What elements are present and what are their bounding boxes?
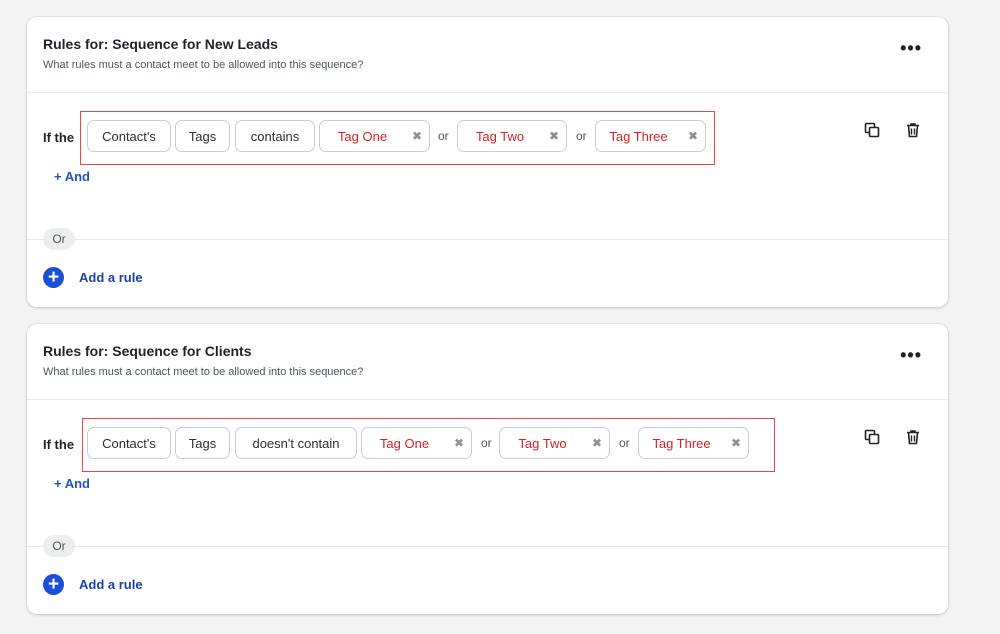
tag-label: Tag Three bbox=[652, 435, 711, 451]
tag-label: Tag One bbox=[337, 128, 388, 144]
add-rule-button[interactable]: + Add a rule bbox=[43, 267, 143, 288]
or-separator: or bbox=[481, 436, 492, 450]
tag-chip-1[interactable]: Tag One ✖ bbox=[319, 120, 430, 152]
trash-icon[interactable] bbox=[904, 121, 922, 139]
card-title: Rules for: Sequence for Clients bbox=[43, 343, 252, 359]
plus-circle-icon: + bbox=[43, 574, 64, 595]
operator-select[interactable]: contains bbox=[235, 120, 315, 152]
or-separator: or bbox=[576, 129, 587, 143]
tags-field-select[interactable]: Tags bbox=[175, 120, 230, 152]
x-icon[interactable]: ✖ bbox=[728, 436, 744, 450]
add-rule-label: Add a rule bbox=[79, 270, 143, 285]
or-separator: or bbox=[619, 436, 630, 450]
tag-chip-3[interactable]: Tag Three ✖ bbox=[595, 120, 706, 152]
plus-circle-icon: + bbox=[43, 267, 64, 288]
trash-icon[interactable] bbox=[904, 428, 922, 446]
x-icon[interactable]: ✖ bbox=[685, 129, 701, 143]
contact-field-select[interactable]: Contact's bbox=[87, 427, 171, 459]
add-rule-button[interactable]: + Add a rule bbox=[43, 574, 143, 595]
divider bbox=[27, 92, 948, 93]
copy-icon[interactable] bbox=[863, 428, 881, 446]
if-the-label: If the bbox=[43, 130, 75, 145]
more-options-button[interactable]: ••• bbox=[900, 346, 922, 364]
x-icon[interactable]: ✖ bbox=[546, 129, 562, 143]
contact-field-select[interactable]: Contact's bbox=[87, 120, 171, 152]
tag-chip-2[interactable]: Tag Two ✖ bbox=[457, 120, 567, 152]
add-and-condition-link[interactable]: + And bbox=[54, 476, 90, 491]
tag-chip-3[interactable]: Tag Three ✖ bbox=[638, 427, 749, 459]
tag-label: Tag One bbox=[379, 435, 430, 451]
x-icon[interactable]: ✖ bbox=[451, 436, 467, 450]
or-badge: Or bbox=[43, 535, 75, 557]
more-options-button[interactable]: ••• bbox=[900, 39, 922, 57]
operator-select[interactable]: doesn't contain bbox=[235, 427, 357, 459]
divider bbox=[27, 546, 948, 547]
add-and-condition-link[interactable]: + And bbox=[54, 169, 90, 184]
copy-icon[interactable] bbox=[863, 121, 881, 139]
tag-label: Tag Two bbox=[475, 128, 525, 144]
or-separator: or bbox=[438, 129, 449, 143]
tag-label: Tag Three bbox=[609, 128, 668, 144]
tags-field-select[interactable]: Tags bbox=[175, 427, 230, 459]
tag-chip-2[interactable]: Tag Two ✖ bbox=[499, 427, 610, 459]
tag-label: Tag Two bbox=[518, 435, 567, 451]
rules-card-clients: Rules for: Sequence for Clients What rul… bbox=[27, 324, 948, 614]
or-badge: Or bbox=[43, 228, 75, 250]
card-subtitle: What rules must a contact meet to be all… bbox=[43, 59, 364, 71]
card-subtitle: What rules must a contact meet to be all… bbox=[43, 366, 364, 378]
add-rule-label: Add a rule bbox=[79, 577, 143, 592]
rules-card-new-leads: Rules for: Sequence for New Leads What r… bbox=[27, 17, 948, 307]
tag-chip-1[interactable]: Tag One ✖ bbox=[361, 427, 472, 459]
x-icon[interactable]: ✖ bbox=[409, 129, 425, 143]
divider bbox=[27, 399, 948, 400]
x-icon[interactable]: ✖ bbox=[589, 436, 605, 450]
card-title: Rules for: Sequence for New Leads bbox=[43, 36, 278, 52]
divider bbox=[27, 239, 948, 240]
if-the-label: If the bbox=[43, 437, 75, 452]
